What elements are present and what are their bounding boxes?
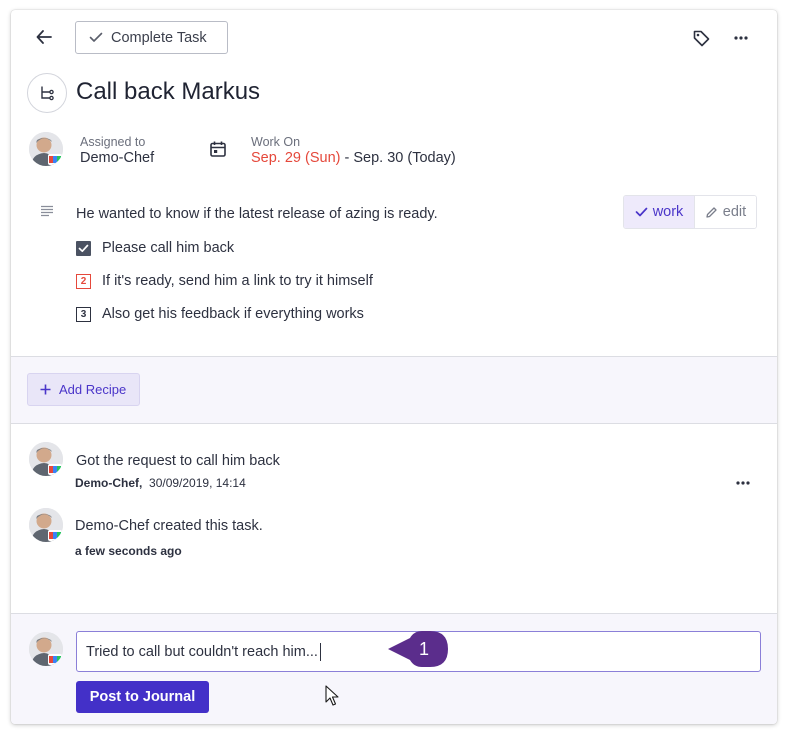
task-description: He wanted to know if the latest release …	[76, 206, 438, 222]
checklist-item: 3 Also get his feedback if everything wo…	[76, 306, 364, 322]
checklist-item-label: If it's ready, send him a link to try it…	[102, 273, 373, 289]
pencil-icon	[706, 206, 717, 218]
checklist-item: 2 If it's ready, send him a link to try …	[76, 273, 373, 289]
work-mode-button[interactable]: work	[624, 196, 695, 228]
complete-task-label: Complete Task	[111, 29, 207, 46]
work-on-dates[interactable]: Sep. 29 (Sun) - Sep. 30 (Today)	[251, 150, 456, 166]
complete-task-button[interactable]: Complete Task	[75, 21, 228, 54]
check-icon	[635, 207, 648, 217]
arrow-left-icon	[36, 30, 52, 44]
user-photo	[29, 132, 63, 166]
checkbox-numbered[interactable]: 2	[76, 273, 91, 289]
more-horizontal-icon	[736, 481, 750, 485]
step-callout-number: 1	[418, 638, 429, 659]
checkbox-numbered[interactable]: 3	[76, 306, 91, 322]
more-options-button[interactable]	[731, 28, 751, 48]
tag-icon	[693, 30, 709, 46]
check-icon	[89, 32, 103, 42]
edit-mode-label: edit	[722, 204, 747, 220]
flow-icon	[41, 86, 54, 101]
task-type-badge	[27, 73, 67, 113]
view-mode-toggle: work edit	[623, 195, 757, 229]
back-button[interactable]	[33, 26, 55, 48]
more-horizontal-icon	[734, 36, 748, 40]
add-recipe-button[interactable]: Add Recipe	[27, 373, 140, 406]
description-lines-icon	[41, 205, 53, 217]
journal-entry-timestamp: a few seconds ago	[75, 544, 182, 558]
user-photo	[29, 442, 63, 476]
recipe-section: Add Recipe	[11, 357, 777, 423]
work-mode-label: work	[652, 204, 684, 220]
journal-entry-text: Got the request to call him back	[76, 453, 280, 469]
assigned-to-label: Assigned to	[80, 135, 146, 149]
checkbox-checked[interactable]	[76, 240, 91, 256]
avatar[interactable]	[29, 132, 63, 166]
journal-entry-more-button[interactable]	[733, 476, 753, 490]
plus-icon	[40, 384, 51, 395]
check-icon	[78, 244, 89, 252]
avatar	[29, 632, 63, 666]
section-divider	[11, 423, 777, 424]
task-detail-card: Complete Task Call back Markus Assigned …	[11, 10, 777, 724]
work-on-label: Work On	[251, 135, 301, 149]
journal-entry-input-value: Tried to call but couldn't reach him...	[86, 643, 318, 660]
edit-mode-button[interactable]: edit	[695, 196, 756, 228]
post-to-journal-button[interactable]: Post to Journal	[76, 681, 209, 713]
checklist-item-label: Please call him back	[102, 240, 235, 256]
work-on-start-date: Sep. 29 (Sun)	[251, 150, 341, 166]
date-separator: -	[340, 150, 354, 166]
work-on-end-date: Sep. 30 (Today)	[353, 150, 456, 166]
avatar[interactable]	[29, 442, 63, 476]
avatar[interactable]	[29, 508, 63, 542]
assigned-to-value[interactable]: Demo-Chef	[80, 150, 154, 166]
tag-button[interactable]	[691, 28, 711, 48]
task-title: Call back Markus	[76, 78, 261, 105]
user-photo	[29, 508, 63, 542]
checklist-item: Please call him back	[76, 240, 234, 256]
journal-entry-meta: a few seconds ago	[75, 544, 182, 558]
calendar-icon	[210, 141, 226, 157]
text-caret	[319, 642, 321, 661]
journal-entry-author: Demo-Chef,	[75, 476, 143, 490]
journal-entry-timestamp: 30/09/2019, 14:14	[149, 476, 246, 490]
user-photo	[29, 632, 63, 666]
add-recipe-label: Add Recipe	[59, 382, 127, 397]
journal-entry-meta: Demo-Chef, 30/09/2019, 14:14	[75, 476, 246, 490]
mouse-pointer-icon	[325, 685, 339, 706]
checklist-item-label: Also get his feedback if everything work…	[102, 306, 364, 322]
journal-entry-text: Demo-Chef created this task.	[75, 518, 263, 534]
